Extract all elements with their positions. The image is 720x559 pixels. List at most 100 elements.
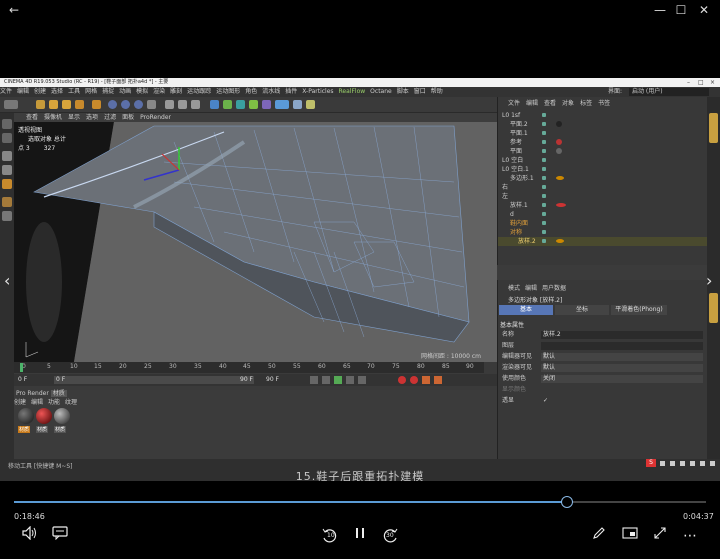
object-row-selected[interactable]: 放样.2 [498, 237, 708, 246]
rotate-tool-icon [62, 100, 71, 109]
c4d-close-icon: × [710, 79, 716, 86]
menu-item: 脚本 [396, 88, 409, 95]
material-menu-item[interactable]: 功能 [48, 399, 60, 406]
record-icon[interactable] [398, 376, 406, 384]
layer-field[interactable] [541, 342, 703, 350]
fullscreen-icon[interactable] [650, 526, 670, 546]
object-menu-item[interactable]: 书签 [598, 100, 610, 107]
chevron-right-icon[interactable]: › [706, 271, 712, 290]
maximize-icon[interactable]: ☐ [673, 3, 689, 17]
auto-key-icon[interactable] [410, 376, 418, 384]
xray-checkbox[interactable]: ✓ [541, 397, 703, 405]
tab-coordinates[interactable]: 坐标 [555, 305, 609, 315]
attribute-menu-item[interactable]: 用户数据 [542, 285, 566, 292]
visibility-dot-icon [542, 131, 546, 135]
object-row[interactable]: L0 空白 [498, 156, 708, 165]
attribute-menu-item[interactable]: 编辑 [525, 285, 537, 292]
minimize-icon[interactable]: — [652, 3, 668, 17]
mini-player-icon[interactable] [620, 526, 640, 546]
attribute-menu-item[interactable]: 模式 [508, 285, 520, 292]
render-visible-select[interactable]: 默认 [541, 364, 703, 372]
keyframe-options-icon[interactable] [434, 376, 442, 384]
attr-row-render-visible: 渲染器可见 默认 [498, 363, 708, 373]
material-menu-item[interactable]: 编辑 [31, 399, 43, 406]
visibility-dot-icon [542, 212, 546, 216]
volume-icon[interactable] [20, 525, 40, 546]
object-row[interactable]: L0 空白.1 [498, 165, 708, 174]
keyframe-icon[interactable] [422, 376, 430, 384]
tray-icon [660, 461, 665, 466]
tab-basic[interactable]: 基本 [499, 305, 553, 315]
frame-field[interactable]: 0 F [54, 376, 254, 384]
timeline-ruler[interactable]: 0 5 10 15 20 25 30 35 40 45 50 55 60 65 … [14, 362, 484, 373]
c4d-status-bar: 移动工具 [快捷键 M~S] 15.鞋子后跟重拓扑建模 S [0, 459, 720, 481]
object-row[interactable]: 平面 [498, 147, 708, 156]
captions-icon[interactable] [50, 526, 70, 546]
use-color-select[interactable]: 关闭 [541, 375, 703, 383]
name-field[interactable]: 放样.2 [541, 331, 703, 339]
menu-item: 插件 [285, 88, 298, 95]
object-row[interactable]: 参考 [498, 138, 708, 147]
object-menu-item[interactable]: 对象 [562, 100, 574, 107]
object-menu-item[interactable]: 查看 [544, 100, 556, 107]
side-tab-attributes[interactable] [709, 293, 718, 323]
more-icon[interactable]: ⋯ [680, 526, 700, 546]
editor-visible-select[interactable]: 默认 [541, 353, 703, 361]
object-row[interactable]: 平面.2 [498, 120, 708, 129]
object-row[interactable]: d [498, 210, 708, 219]
skip-back-10-icon[interactable]: 10 [320, 526, 340, 546]
skip-forward-label: 30 [386, 532, 394, 539]
deformer-icon [262, 100, 271, 109]
object-menu-item[interactable]: 编辑 [526, 100, 538, 107]
material-swatch[interactable] [54, 408, 70, 424]
material-menu-item[interactable]: 纹理 [65, 399, 77, 406]
object-row[interactable]: 鞋内面 [498, 219, 708, 228]
back-arrow-icon[interactable]: ← [6, 3, 22, 17]
material-menu-item[interactable]: 创建 [14, 399, 26, 406]
material-tab-prorender[interactable]: Pro Render [16, 390, 49, 397]
viewport-menu-item: 面板 [122, 114, 135, 121]
menu-item: 窗口 [413, 88, 426, 95]
progress-bar[interactable] [14, 496, 706, 508]
object-name: 多边形.1 [510, 175, 534, 182]
3d-viewport[interactable]: 查看 摄像机 显示 选项 过滤 面板 ProRender 透视视图 选取对象 总… [14, 113, 497, 362]
object-row[interactable]: 对称 [498, 228, 708, 237]
tab-phong[interactable]: 平滑着色(Phong) [611, 305, 667, 315]
go-to-end-icon[interactable] [358, 376, 366, 384]
material-label: 材质 [54, 426, 67, 433]
pause-icon[interactable] [350, 526, 370, 546]
close-icon[interactable]: ✕ [696, 3, 712, 17]
object-row[interactable]: L0 1sf [498, 111, 708, 120]
prev-frame-icon[interactable] [322, 376, 330, 384]
next-frame-icon[interactable] [346, 376, 354, 384]
material-swatch[interactable] [36, 408, 52, 424]
skip-forward-30-icon[interactable]: 30 [380, 526, 400, 546]
display-color-swatch[interactable] [541, 386, 703, 394]
timeline[interactable]: 0 5 10 15 20 25 30 35 40 45 50 55 60 65 … [14, 362, 497, 390]
material-swatch[interactable] [18, 408, 34, 424]
visibility-dot-icon [542, 194, 546, 198]
progress-thumb[interactable] [560, 496, 573, 508]
go-to-start-icon[interactable] [310, 376, 318, 384]
subdivision-icon [236, 100, 245, 109]
selection-tag-icon [556, 176, 564, 180]
c4d-title-bar: CINEMA 4D R19.053 Studio (RC - R19) - [鞋… [0, 78, 720, 87]
video-frame[interactable]: CINEMA 4D R19.053 Studio (RC - R19) - [鞋… [0, 78, 720, 481]
object-row[interactable]: 右 [498, 183, 708, 192]
side-tab-objects[interactable] [709, 113, 718, 143]
play-icon[interactable] [334, 376, 342, 384]
pen-icon[interactable] [589, 526, 609, 546]
viewport-menu: 查看 摄像机 显示 选项 过滤 面板 ProRender [14, 113, 497, 122]
object-row[interactable]: 多边形.1 [498, 174, 708, 183]
object-menu-item[interactable]: 标签 [580, 100, 592, 107]
object-row[interactable]: 平面.1 [498, 129, 708, 138]
frame-end-field[interactable]: 90 F [266, 374, 279, 386]
playhead[interactable] [20, 363, 23, 372]
cube-icon [210, 100, 219, 109]
object-menu-item[interactable]: 文件 [508, 100, 520, 107]
object-row[interactable]: 放样.1 [498, 201, 708, 210]
object-row[interactable]: 左 [498, 192, 708, 201]
material-tab-material[interactable]: 材质 [50, 390, 67, 397]
y-axis-icon [121, 100, 130, 109]
chevron-left-icon[interactable]: ‹ [4, 271, 10, 290]
